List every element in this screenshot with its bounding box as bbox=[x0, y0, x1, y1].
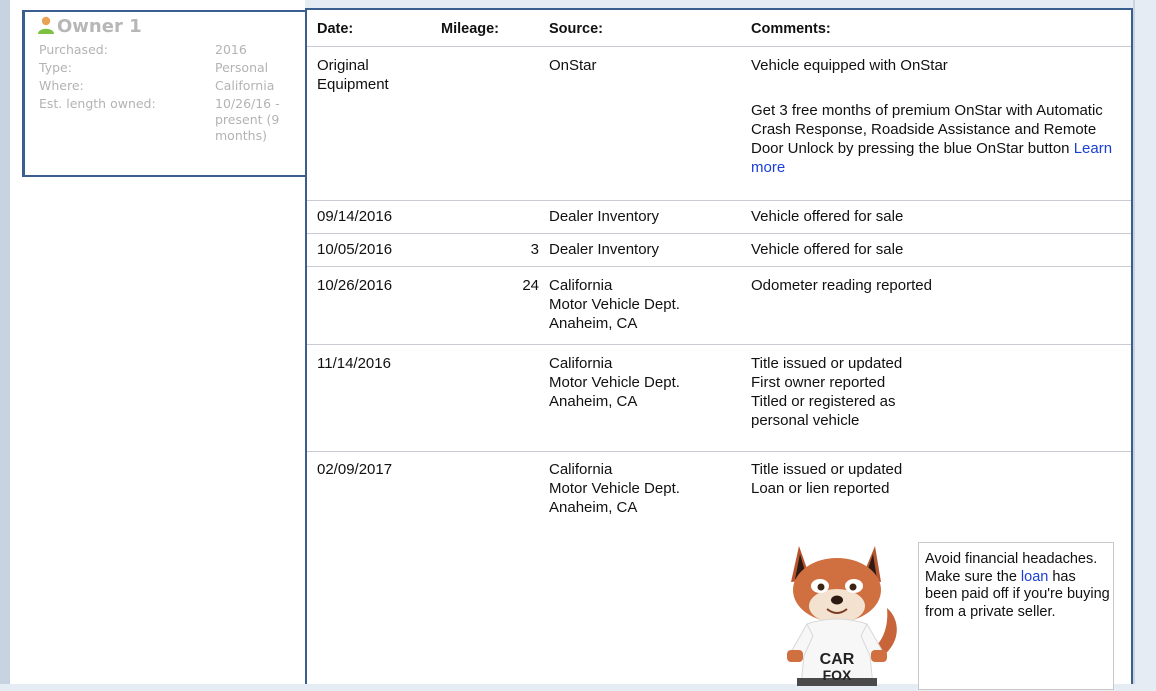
row-5-comment-0: Title issued or updated bbox=[751, 461, 903, 478]
owner-heading: Owner 1 bbox=[37, 16, 142, 39]
row-3-mileage: 24 bbox=[522, 277, 539, 294]
row-5-date: 02/09/2017 bbox=[317, 461, 393, 478]
header-date: Date: bbox=[317, 21, 354, 37]
row-4-date: 11/14/2016 bbox=[317, 355, 391, 372]
row-4-comment-1: First owner reported bbox=[751, 374, 886, 391]
row-0-comment-0: Vehicle equipped with OnStar bbox=[751, 57, 948, 74]
owner-length-label: Est. length owned: bbox=[39, 96, 156, 111]
owner-type-value: Personal bbox=[215, 60, 269, 75]
row-1-comment-0: Vehicle offered for sale bbox=[751, 208, 904, 225]
row-divider bbox=[307, 344, 1131, 345]
row-divider bbox=[307, 266, 1131, 267]
owner-where-value: California bbox=[215, 78, 275, 93]
right-scroll-strip bbox=[1133, 0, 1156, 684]
row-0-onstar-promo: Get 3 free months of premium OnStar with… bbox=[751, 101, 1126, 177]
header-source: Source: bbox=[549, 21, 603, 37]
carfox-mascot-image: CAR FOX bbox=[777, 540, 901, 687]
owner-title-text: Owner 1 bbox=[57, 16, 142, 37]
owner-summary-card: Owner 1 Purchased: 2016 Type: Personal W… bbox=[22, 10, 312, 177]
row-5-comment-1: Loan or lien reported bbox=[751, 480, 890, 497]
person-icon bbox=[37, 16, 55, 39]
header-mileage: Mileage: bbox=[441, 21, 500, 37]
row-3-source: California Motor Vehicle Dept. Anaheim, … bbox=[549, 277, 680, 332]
row-divider bbox=[307, 451, 1131, 452]
owner-purchased-value: 2016 bbox=[215, 42, 247, 57]
row-4-comment-2: Titled or registered as personal vehicle bbox=[751, 393, 896, 429]
row-4-source: California Motor Vehicle Dept. Anaheim, … bbox=[549, 355, 680, 410]
row-2-date: 10/05/2016 bbox=[317, 241, 393, 258]
left-page-strip bbox=[0, 0, 10, 684]
loan-link[interactable]: loan bbox=[1021, 569, 1048, 585]
row-5-source: California Motor Vehicle Dept. Anaheim, … bbox=[549, 461, 680, 516]
shirt-text-fox: FOX bbox=[823, 667, 852, 683]
row-2-source: Dealer Inventory bbox=[549, 241, 660, 258]
row-3-date: 10/26/2016 bbox=[317, 277, 393, 294]
loan-tip-callout: Avoid financial headaches. Make sure the… bbox=[918, 542, 1114, 690]
row-2-comment-0: Vehicle offered for sale bbox=[751, 241, 904, 258]
row-divider bbox=[307, 233, 1131, 234]
row-2-mileage: 3 bbox=[530, 241, 539, 258]
row-3-comment-0: Odometer reading reported bbox=[751, 277, 932, 294]
row-0-date: Original Equipment bbox=[317, 57, 389, 93]
row-0-onstar-promo-text: Get 3 free months of premium OnStar with… bbox=[751, 102, 1103, 157]
header-comments: Comments: bbox=[751, 21, 831, 37]
owner-length-value: 10/26/16 - present (9 months) bbox=[215, 96, 280, 143]
row-divider bbox=[307, 46, 1131, 47]
row-1-date: 09/14/2016 bbox=[317, 208, 393, 225]
row-divider bbox=[307, 200, 1131, 201]
loan-tip-text: Avoid financial headaches. Make sure the… bbox=[925, 551, 1111, 621]
history-table: Date: Mileage: Source: Comments: Origina… bbox=[305, 8, 1133, 690]
row-4-comment-0: Title issued or updated bbox=[751, 355, 903, 372]
carfox-mascot-svg: CAR FOX bbox=[787, 546, 897, 687]
row-0-source: OnStar bbox=[549, 57, 597, 74]
shirt-text-car: CAR bbox=[820, 651, 855, 668]
owner-where-label: Where: bbox=[39, 78, 84, 93]
owner-purchased-label: Purchased: bbox=[39, 42, 108, 57]
owner-type-label: Type: bbox=[39, 60, 72, 75]
row-1-source: Dealer Inventory bbox=[549, 208, 660, 225]
owner-column: Owner 1 Purchased: 2016 Type: Personal W… bbox=[10, 0, 312, 684]
